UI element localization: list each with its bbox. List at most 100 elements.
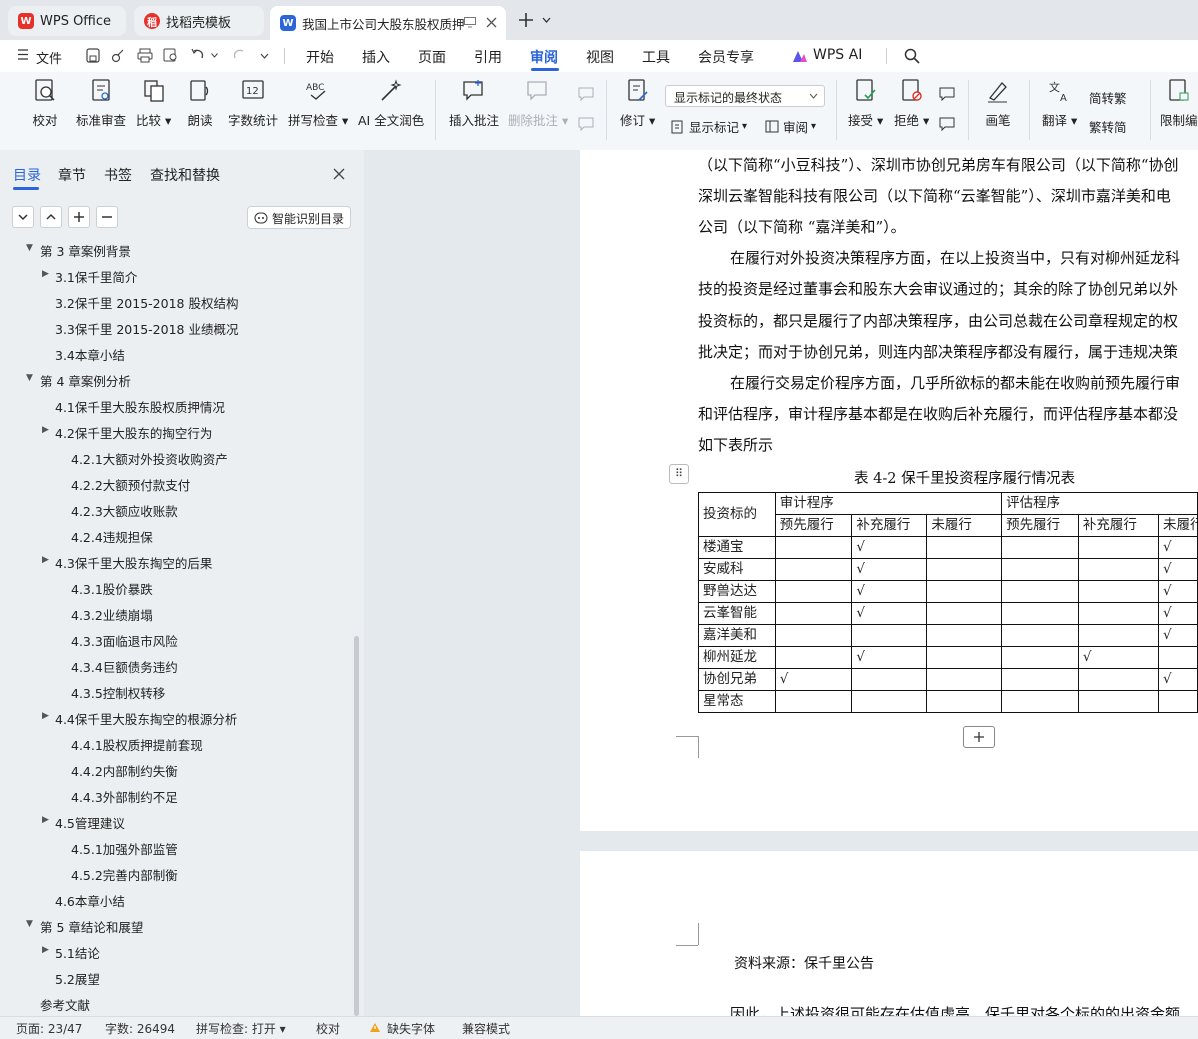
word-count[interactable]: 字数: 26494 (105, 1020, 175, 1037)
chevron-down-icon[interactable] (260, 53, 269, 59)
menu-membership[interactable]: 会员专享 (698, 47, 754, 67)
menu-wps-ai[interactable]: WPS AI (813, 47, 862, 63)
redo-icon[interactable] (232, 48, 246, 62)
tab-docer[interactable]: 稻 找稻壳模板 (134, 6, 264, 36)
toc-item[interactable]: 4.6本章小结 (0, 886, 352, 912)
next-comment-icon[interactable] (577, 116, 595, 132)
caret-right-icon[interactable]: ▶ (42, 815, 49, 825)
to-simplified-button[interactable]: 繁转简 (1089, 117, 1127, 136)
caret-right-icon[interactable]: ▶ (42, 711, 49, 721)
smart-toc-button[interactable]: 智能识别目录 (247, 206, 351, 229)
toc-item[interactable]: 4.2.3大额应收账款 (0, 496, 352, 522)
next-change-icon[interactable] (938, 116, 956, 132)
reject-button[interactable]: 拒绝 ▾ (894, 78, 929, 129)
close-icon[interactable] (333, 168, 345, 180)
collapse-button[interactable] (12, 206, 34, 228)
review-pane-button[interactable]: 审阅 ▾ (765, 117, 816, 136)
read-aloud-button[interactable]: 朗读 (187, 78, 213, 129)
toc-item[interactable]: 4.4.2内部制约失衡 (0, 756, 352, 782)
nav-tab-bookmarks[interactable]: 书签 (104, 165, 132, 185)
toc-item[interactable]: 4.5.2完善内部制衡 (0, 860, 352, 886)
ai-polish-button[interactable]: AI 全文润色 (358, 78, 424, 129)
table-move-handle[interactable]: ⠿ (669, 464, 689, 484)
toc-item[interactable]: 4.3.4巨额债务违约 (0, 652, 352, 678)
caret-right-icon[interactable]: ▶ (42, 425, 49, 435)
menu-file[interactable]: 文件 (36, 48, 62, 67)
close-icon[interactable] (486, 17, 497, 28)
markup-select[interactable]: 显示标记的最终状态 (665, 85, 825, 107)
chevron-down-icon[interactable] (211, 53, 218, 58)
menu-view[interactable]: 视图 (586, 47, 614, 67)
toc-item[interactable]: 4.5.1加强外部监管 (0, 834, 352, 860)
scrollbar-thumb[interactable] (354, 636, 359, 1016)
prev-change-icon[interactable] (938, 86, 956, 102)
hamburger-icon[interactable] (18, 49, 28, 64)
restrict-edit-button[interactable]: 限制编 (1160, 78, 1198, 129)
promote-button[interactable] (40, 206, 62, 228)
accept-button[interactable]: 接受 ▾ (848, 78, 883, 129)
toc-item[interactable]: ▶ 4.4保千里大股东掏空的根源分析 (0, 704, 352, 730)
toc-item[interactable]: 4.3.2业绩崩塌 (0, 600, 352, 626)
caret-down-icon[interactable]: ▼ (26, 373, 33, 383)
caret-down-icon[interactable]: ▼ (26, 919, 33, 929)
toc-item[interactable]: ▼ 第 3 章案例背景 (0, 238, 352, 262)
prev-comment-icon[interactable] (577, 86, 595, 102)
print-icon[interactable] (137, 48, 153, 63)
toc-item[interactable]: 4.3.1股价暴跌 (0, 574, 352, 600)
caret-right-icon[interactable]: ▶ (42, 945, 49, 955)
toc-item[interactable]: ▶ 4.2保千里大股东的掏空行为 (0, 418, 352, 444)
spell-check-status[interactable]: 拼写检查: 打开 ▾ (196, 1020, 286, 1037)
to-traditional-button[interactable]: 简转繁 (1089, 88, 1127, 107)
translate-button[interactable]: 文A 翻译 ▾ (1042, 78, 1077, 129)
toc-item[interactable]: 4.4.1股权质押提前套现 (0, 730, 352, 756)
track-changes-button[interactable]: 修订 ▾ (620, 78, 655, 129)
export-icon[interactable] (111, 48, 125, 63)
delete-comment-button[interactable]: 删除批注 ▾ (508, 78, 568, 129)
save-icon[interactable] (86, 48, 100, 63)
tab-wps-office[interactable]: W WPS Office (8, 6, 126, 36)
missing-font-status[interactable]: 缺失字体 (387, 1020, 435, 1037)
toc-item[interactable]: ▼ 第 5 章结论和展望 (0, 912, 352, 938)
standard-review-button[interactable]: 标准审查 (76, 78, 126, 129)
pen-button[interactable]: 画笔 (985, 78, 1011, 129)
print-preview-icon[interactable] (163, 48, 179, 63)
add-row-button[interactable] (963, 726, 995, 748)
toc-item[interactable]: 3.2保千里 2015-2018 股权结构 (0, 288, 352, 314)
toc-item[interactable]: 4.3.5控制权转移 (0, 678, 352, 704)
nav-tab-find-replace[interactable]: 查找和替换 (150, 165, 220, 185)
caret-down-icon[interactable]: ▼ (26, 243, 33, 253)
new-tab-icon[interactable] (518, 12, 534, 28)
nav-tab-toc[interactable]: 目录 (13, 165, 41, 185)
toc-item[interactable]: ▼ 第 4 章案例分析 (0, 366, 352, 392)
proof-status[interactable]: 校对 (316, 1020, 340, 1037)
toc-item[interactable]: ▶ 5.1结论 (0, 938, 352, 964)
toc-item[interactable]: ▶ 4.5管理建议 (0, 808, 352, 834)
page-indicator[interactable]: 页面: 23/47 (16, 1020, 82, 1037)
toc-item[interactable]: ▶ 3.1保千里简介 (0, 262, 352, 288)
insert-comment-button[interactable]: 插入批注 (449, 78, 499, 129)
toc-item[interactable]: 4.4.3外部制约不足 (0, 782, 352, 808)
menu-tools[interactable]: 工具 (642, 47, 670, 67)
toc-item[interactable]: 4.2.2大额预付款支付 (0, 470, 352, 496)
menu-insert[interactable]: 插入 (362, 47, 390, 67)
menu-references[interactable]: 引用 (474, 47, 502, 67)
toc-item[interactable]: 4.2.1大额对外投资收购资产 (0, 444, 352, 470)
menu-review[interactable]: 审阅 (530, 47, 558, 67)
toc-item[interactable]: 参考文献 (0, 990, 352, 1016)
caret-right-icon[interactable]: ▶ (42, 555, 49, 565)
toc-item[interactable]: 4.1保千里大股东股权质押情况 (0, 392, 352, 418)
remove-heading-button[interactable] (96, 206, 118, 228)
add-heading-button[interactable] (68, 206, 90, 228)
toc-item[interactable]: 4.2.4违规担保 (0, 522, 352, 548)
toc-item[interactable]: 4.3.3面临退市风险 (0, 626, 352, 652)
menu-home[interactable]: 开始 (306, 47, 334, 67)
chevron-down-icon[interactable] (542, 17, 551, 23)
compare-button[interactable]: 比较 ▾ (136, 78, 171, 129)
word-count-button[interactable]: 12 字数统计 (228, 78, 278, 129)
toc-item[interactable]: 5.2展望 (0, 964, 352, 990)
nav-tab-chapters[interactable]: 章节 (58, 165, 86, 185)
spell-check-button[interactable]: ABC 拼写检查 ▾ (288, 78, 348, 129)
menu-page[interactable]: 页面 (418, 47, 446, 67)
toc-item[interactable]: ▶ 4.3保千里大股东掏空的后果 (0, 548, 352, 574)
caret-right-icon[interactable]: ▶ (42, 269, 49, 279)
